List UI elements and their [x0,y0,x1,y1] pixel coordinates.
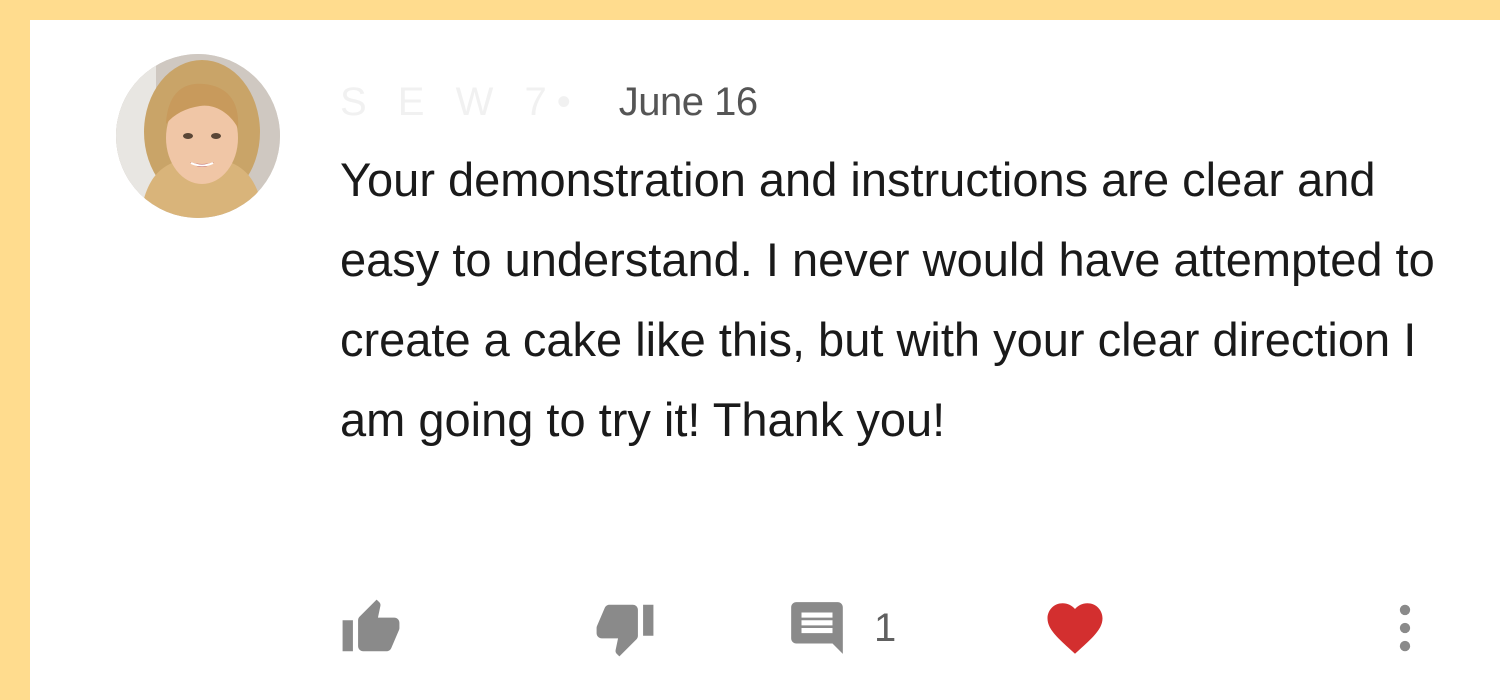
more-vertical-icon [1399,604,1411,652]
comment-meta: S E W 7 • June 16 [340,72,758,132]
meta-separator: • [556,79,571,124]
dislike-button[interactable] [594,588,656,668]
comment-actions: 1 [340,588,1430,668]
reply-button[interactable]: 1 [786,588,896,668]
heart-button[interactable] [1042,588,1108,668]
reply-count: 1 [874,605,897,650]
comment-author[interactable]: S E W 7 [340,80,557,125]
comment-icon [791,602,843,654]
comment-text: Your demonstration and instructions are … [340,153,1435,446]
comment-card: S E W 7 • June 16 Your demonstration and… [30,20,1500,700]
avatar-image [116,54,280,218]
more-options-button[interactable] [1390,588,1420,668]
thumbs-down-icon [596,604,654,657]
comment-date: June 16 [618,79,758,124]
thumbs-up-icon [342,599,400,652]
like-button[interactable] [340,588,402,668]
heart-icon [1047,603,1103,654]
avatar[interactable] [116,54,280,218]
